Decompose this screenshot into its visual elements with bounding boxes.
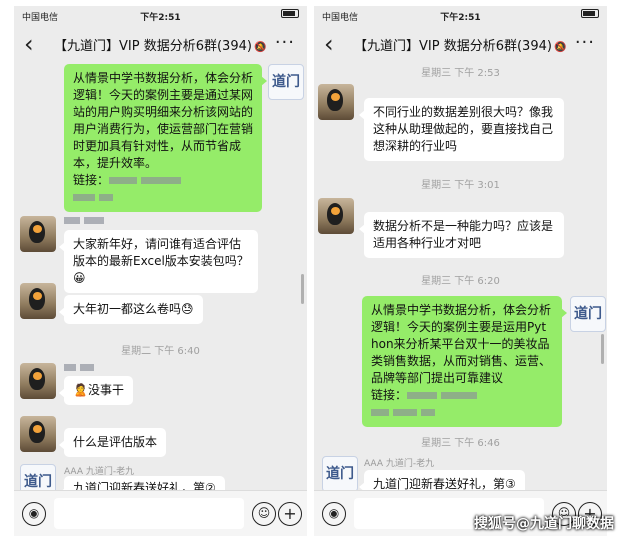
back-button[interactable]: ‹: [24, 30, 34, 58]
message-text: 从情景中学书数据分析，体会分析逻辑！今天的案例主要是通过某网站的用户购买明细来分…: [73, 71, 254, 170]
scrollbar-thumb[interactable]: [301, 274, 304, 304]
message-text: 大年初一都这么卷吗😓: [73, 302, 194, 316]
sender-avatar-logo[interactable]: 道门: [570, 296, 606, 332]
message-bubble-incoming[interactable]: 不同行业的数据差别很大吗？像我这种从助理做起的，要直接找自己想深耕的行业吗: [359, 98, 564, 161]
status-bar: 中国电信 下午2:51: [14, 6, 307, 26]
clock-label: 下午2:51: [140, 13, 181, 23]
link-label: 链接：: [371, 388, 408, 402]
member-avatar[interactable]: [20, 363, 56, 399]
link-label: 链接：: [73, 173, 110, 187]
message-bubble-outgoing[interactable]: 从情景中学书数据分析，体会分析逻辑！今天的案例主要是通过某网站的用户购买明细来分…: [64, 64, 267, 212]
clock-label: 下午2:51: [440, 13, 481, 23]
member-avatar[interactable]: [318, 84, 354, 120]
timestamp: 星期三 下午 6:20: [421, 276, 500, 287]
plus-icon[interactable]: +: [278, 502, 302, 526]
sender-name-blurred: [64, 216, 108, 226]
message-bubble-incoming[interactable]: 大年初一都这么卷吗😓: [59, 295, 203, 324]
message-text: 大家新年好，请问谁有适合评估版本的最新Excel版本安装包吗？😀: [73, 237, 249, 285]
message-text: 九道门迎新春送好礼，第③: [373, 477, 516, 491]
message-bubble-incoming[interactable]: 什么是评估版本: [58, 428, 167, 457]
message-text: 数据分析不是一种能力吗？应该是适用各种行业才对吧: [373, 219, 554, 250]
chat-title: 【九道门】VIP 数据分析6群(394) 🔕: [54, 39, 267, 54]
sender-name-blurred: [64, 363, 98, 373]
more-button[interactable]: ···: [275, 32, 295, 53]
member-avatar[interactable]: [20, 216, 56, 252]
battery-icon: [581, 9, 599, 19]
scrollbar-thumb[interactable]: [601, 334, 604, 364]
sender-avatar-logo[interactable]: 道门: [268, 64, 304, 100]
mute-icon: 🔕: [253, 42, 267, 53]
voice-icon[interactable]: ◉: [22, 502, 46, 526]
sender-avatar-logo[interactable]: 道门: [322, 456, 358, 492]
chat-header: ‹ 【九道门】VIP 数据分析6群(394) 🔕 ···: [314, 28, 607, 62]
voice-icon[interactable]: ◉: [322, 502, 346, 526]
message-text: 从情景中学书数据分析，体会分析逻辑！今天的案例主要是运用Python来分析某平台…: [371, 303, 552, 385]
chat-header: ‹ 【九道门】VIP 数据分析6群(394) 🔕 ···: [14, 28, 307, 62]
message-input[interactable]: [54, 498, 244, 529]
input-bar: ◉ ☺ +: [14, 490, 307, 536]
battery-icon: [281, 9, 299, 19]
message-bubble-incoming[interactable]: 数据分析不是一种能力吗？应该是适用各种行业才对吧: [359, 212, 564, 258]
back-button[interactable]: ‹: [324, 30, 334, 58]
message-text: 什么是评估版本: [73, 435, 158, 449]
chat-title: 【九道门】VIP 数据分析6群(394) 🔕: [354, 39, 567, 54]
watermark: 搜狐号@九道门聊数据: [474, 516, 614, 532]
timestamp: 星期三 下午 3:01: [421, 180, 500, 191]
message-text: 🙎没事干: [73, 383, 124, 397]
message-bubble-outgoing[interactable]: 从情景中学书数据分析，体会分析逻辑！今天的案例主要是运用Python来分析某平台…: [362, 296, 567, 427]
member-avatar[interactable]: [318, 198, 354, 234]
message-text: 不同行业的数据差别很大吗？像我这种从助理做起的，要直接找自己想深耕的行业吗: [373, 105, 554, 153]
more-button[interactable]: ···: [575, 32, 595, 53]
emoji-icon[interactable]: ☺: [252, 502, 276, 526]
member-avatar[interactable]: [20, 283, 56, 319]
message-bubble-incoming[interactable]: 🙎没事干: [59, 376, 133, 405]
timestamp: 星期三 下午 6:46: [421, 438, 500, 449]
sender-name: AAA 九道门-老九: [364, 459, 435, 469]
member-avatar[interactable]: [20, 416, 56, 452]
message-bubble-incoming[interactable]: 大家新年好，请问谁有适合评估版本的最新Excel版本安装包吗？😀: [59, 230, 258, 293]
left-chat-screen: 中国电信 下午2:51 ‹ 【九道门】VIP 数据分析6群(394) 🔕 ··· …: [14, 6, 307, 536]
mute-icon: 🔕: [553, 42, 567, 53]
right-chat-screen: 中国电信 下午2:51 ‹ 【九道门】VIP 数据分析6群(394) 🔕 ··· …: [314, 6, 607, 536]
timestamp: 星期三 下午 2:53: [421, 68, 500, 79]
status-bar: 中国电信 下午2:51: [314, 6, 607, 26]
timestamp: 星期二 下午 6:40: [121, 346, 200, 357]
